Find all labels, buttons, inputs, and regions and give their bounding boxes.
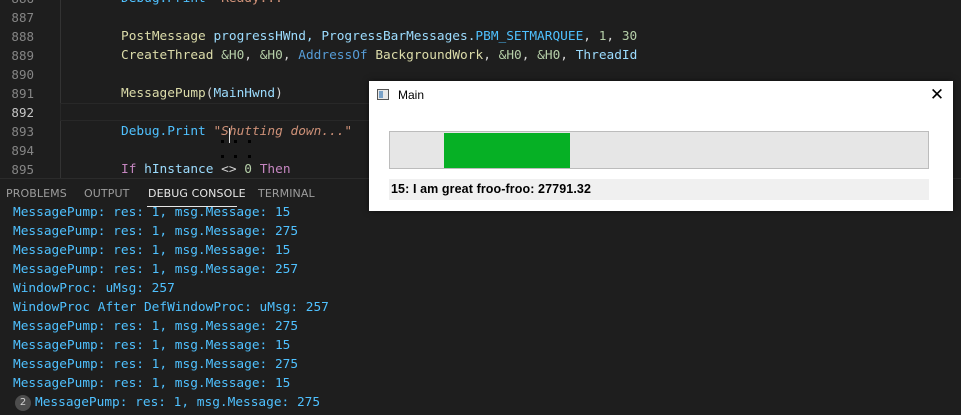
repeat-count-badge: 2 [15, 395, 31, 411]
status-label: 15: I am great froo-froo: 27791.32 [389, 179, 929, 200]
code-token: , [282, 48, 299, 63]
debug-console-output[interactable]: MessagePump: res: 1, msg.Message: 15 Mess… [0, 205, 961, 415]
dialog-title: Main [398, 88, 425, 102]
progress-bar-fill [444, 133, 570, 168]
dialog-titlebar[interactable]: Main ✕ [369, 81, 953, 110]
code-token: Debug.Print [121, 0, 213, 6]
code-line: 889 CreateThread &H0, &H0, AddressOf Back… [0, 46, 961, 65]
console-line: MessagePump: res: 1, msg.Message: 275 [13, 357, 299, 372]
tab-output[interactable]: OUTPUT [84, 187, 129, 200]
code-text: MessagePump(MainHwnd) [121, 84, 283, 103]
tab-problems[interactable]: PROBLEMS [6, 187, 67, 200]
code-token: Then [259, 162, 291, 177]
code-text: PostMessage progressHWnd, ProgressBarMes… [121, 27, 637, 46]
line-number: 886 [0, 0, 34, 8]
line-number: 888 [11, 29, 34, 44]
code-token: MessagePump [121, 86, 206, 101]
console-line: MessagePump: res: 1, msg.Message: 15 [13, 243, 291, 258]
console-line: MessagePump: res: 1, msg.Message: 275 [35, 395, 321, 410]
code-token: 0 [244, 162, 260, 177]
code-token: progressHWnd, ProgressBarMessages. [213, 29, 476, 44]
code-token: "Shutting down..." [213, 124, 353, 139]
code-token: , [483, 48, 499, 63]
code-token: Debug.Print [121, 124, 214, 139]
console-line: WindowProc After DefWindowProc: uMsg: 25… [13, 300, 329, 315]
code-token: PBM_SETMARQUEE [475, 29, 584, 44]
line-number: 892 [11, 105, 34, 120]
code-token: 30 [621, 29, 638, 44]
code-token: &H0 [221, 48, 245, 63]
code-token: ) [275, 86, 283, 101]
code-text: CreateThread &H0, &H0, AddressOf Backgro… [121, 46, 637, 65]
code-token: , [583, 29, 599, 44]
busy-cursor-icon [219, 140, 253, 164]
console-line: MessagePump: res: 1, msg.Message: 15 [13, 338, 291, 353]
line-number: 889 [11, 48, 34, 63]
code-token: , [560, 48, 576, 63]
console-line: MessagePump: res: 1, msg.Message: 275 [13, 319, 299, 334]
code-token: &H0 [537, 48, 561, 63]
code-token: , [244, 48, 260, 63]
code-token: CreateThread [121, 48, 222, 63]
close-button[interactable]: ✕ [921, 81, 953, 110]
code-token: , [606, 29, 622, 44]
code-text: Debug.Print "Shutting down..." [121, 122, 352, 141]
console-line: MessagePump: res: 1, msg.Message: 15 [13, 376, 291, 391]
code-text: If hInstance <> 0 Then [121, 160, 291, 178]
console-line: MessagePump: res: 1, msg.Message: 15 [13, 205, 291, 220]
console-line: WindowProc: uMsg: 257 [13, 281, 175, 296]
code-token: hInstance [144, 162, 222, 177]
code-token: &H0 [259, 48, 283, 63]
code-token: , [521, 48, 538, 63]
code-token: &H0 [498, 48, 522, 63]
status-text: 15: I am great froo-froo: 27791.32 [391, 182, 591, 196]
code-line: 887 [0, 8, 961, 27]
code-token: BackgroundWork [375, 48, 484, 63]
progress-bar [389, 131, 929, 169]
code-token: If [121, 162, 145, 177]
tab-debug-console[interactable]: DEBUG CONSOLE [148, 187, 246, 200]
code-token: <> [221, 162, 245, 177]
code-token: PostMessage [121, 29, 214, 44]
line-number: 893 [11, 124, 34, 139]
line-number: 894 [11, 143, 34, 158]
code-line: 888 PostMessage progressHWnd, ProgressBar… [0, 27, 961, 46]
console-line: MessagePump: res: 1, msg.Message: 257 [13, 262, 299, 277]
tab-terminal[interactable]: TERMINAL [258, 187, 315, 200]
main-dialog-window: Main ✕ 15: I am great froo-froo: 27791.3… [369, 81, 953, 211]
code-text: Debug.Print "Ready..." [121, 0, 291, 8]
code-token: "Ready..." [213, 0, 290, 6]
line-number: 887 [11, 10, 34, 25]
line-number: 895 [11, 162, 34, 177]
line-number: 891 [11, 86, 34, 101]
console-line: MessagePump: res: 1, msg.Message: 275 [13, 224, 299, 239]
code-token: AddressOf [298, 48, 376, 63]
app-window-icon [377, 89, 389, 100]
code-token: MainHwnd [213, 86, 276, 101]
code-line: 886 Debug.Print "Ready..." [0, 0, 961, 8]
code-token: ThreadId [575, 48, 638, 63]
line-number: 890 [11, 67, 34, 82]
